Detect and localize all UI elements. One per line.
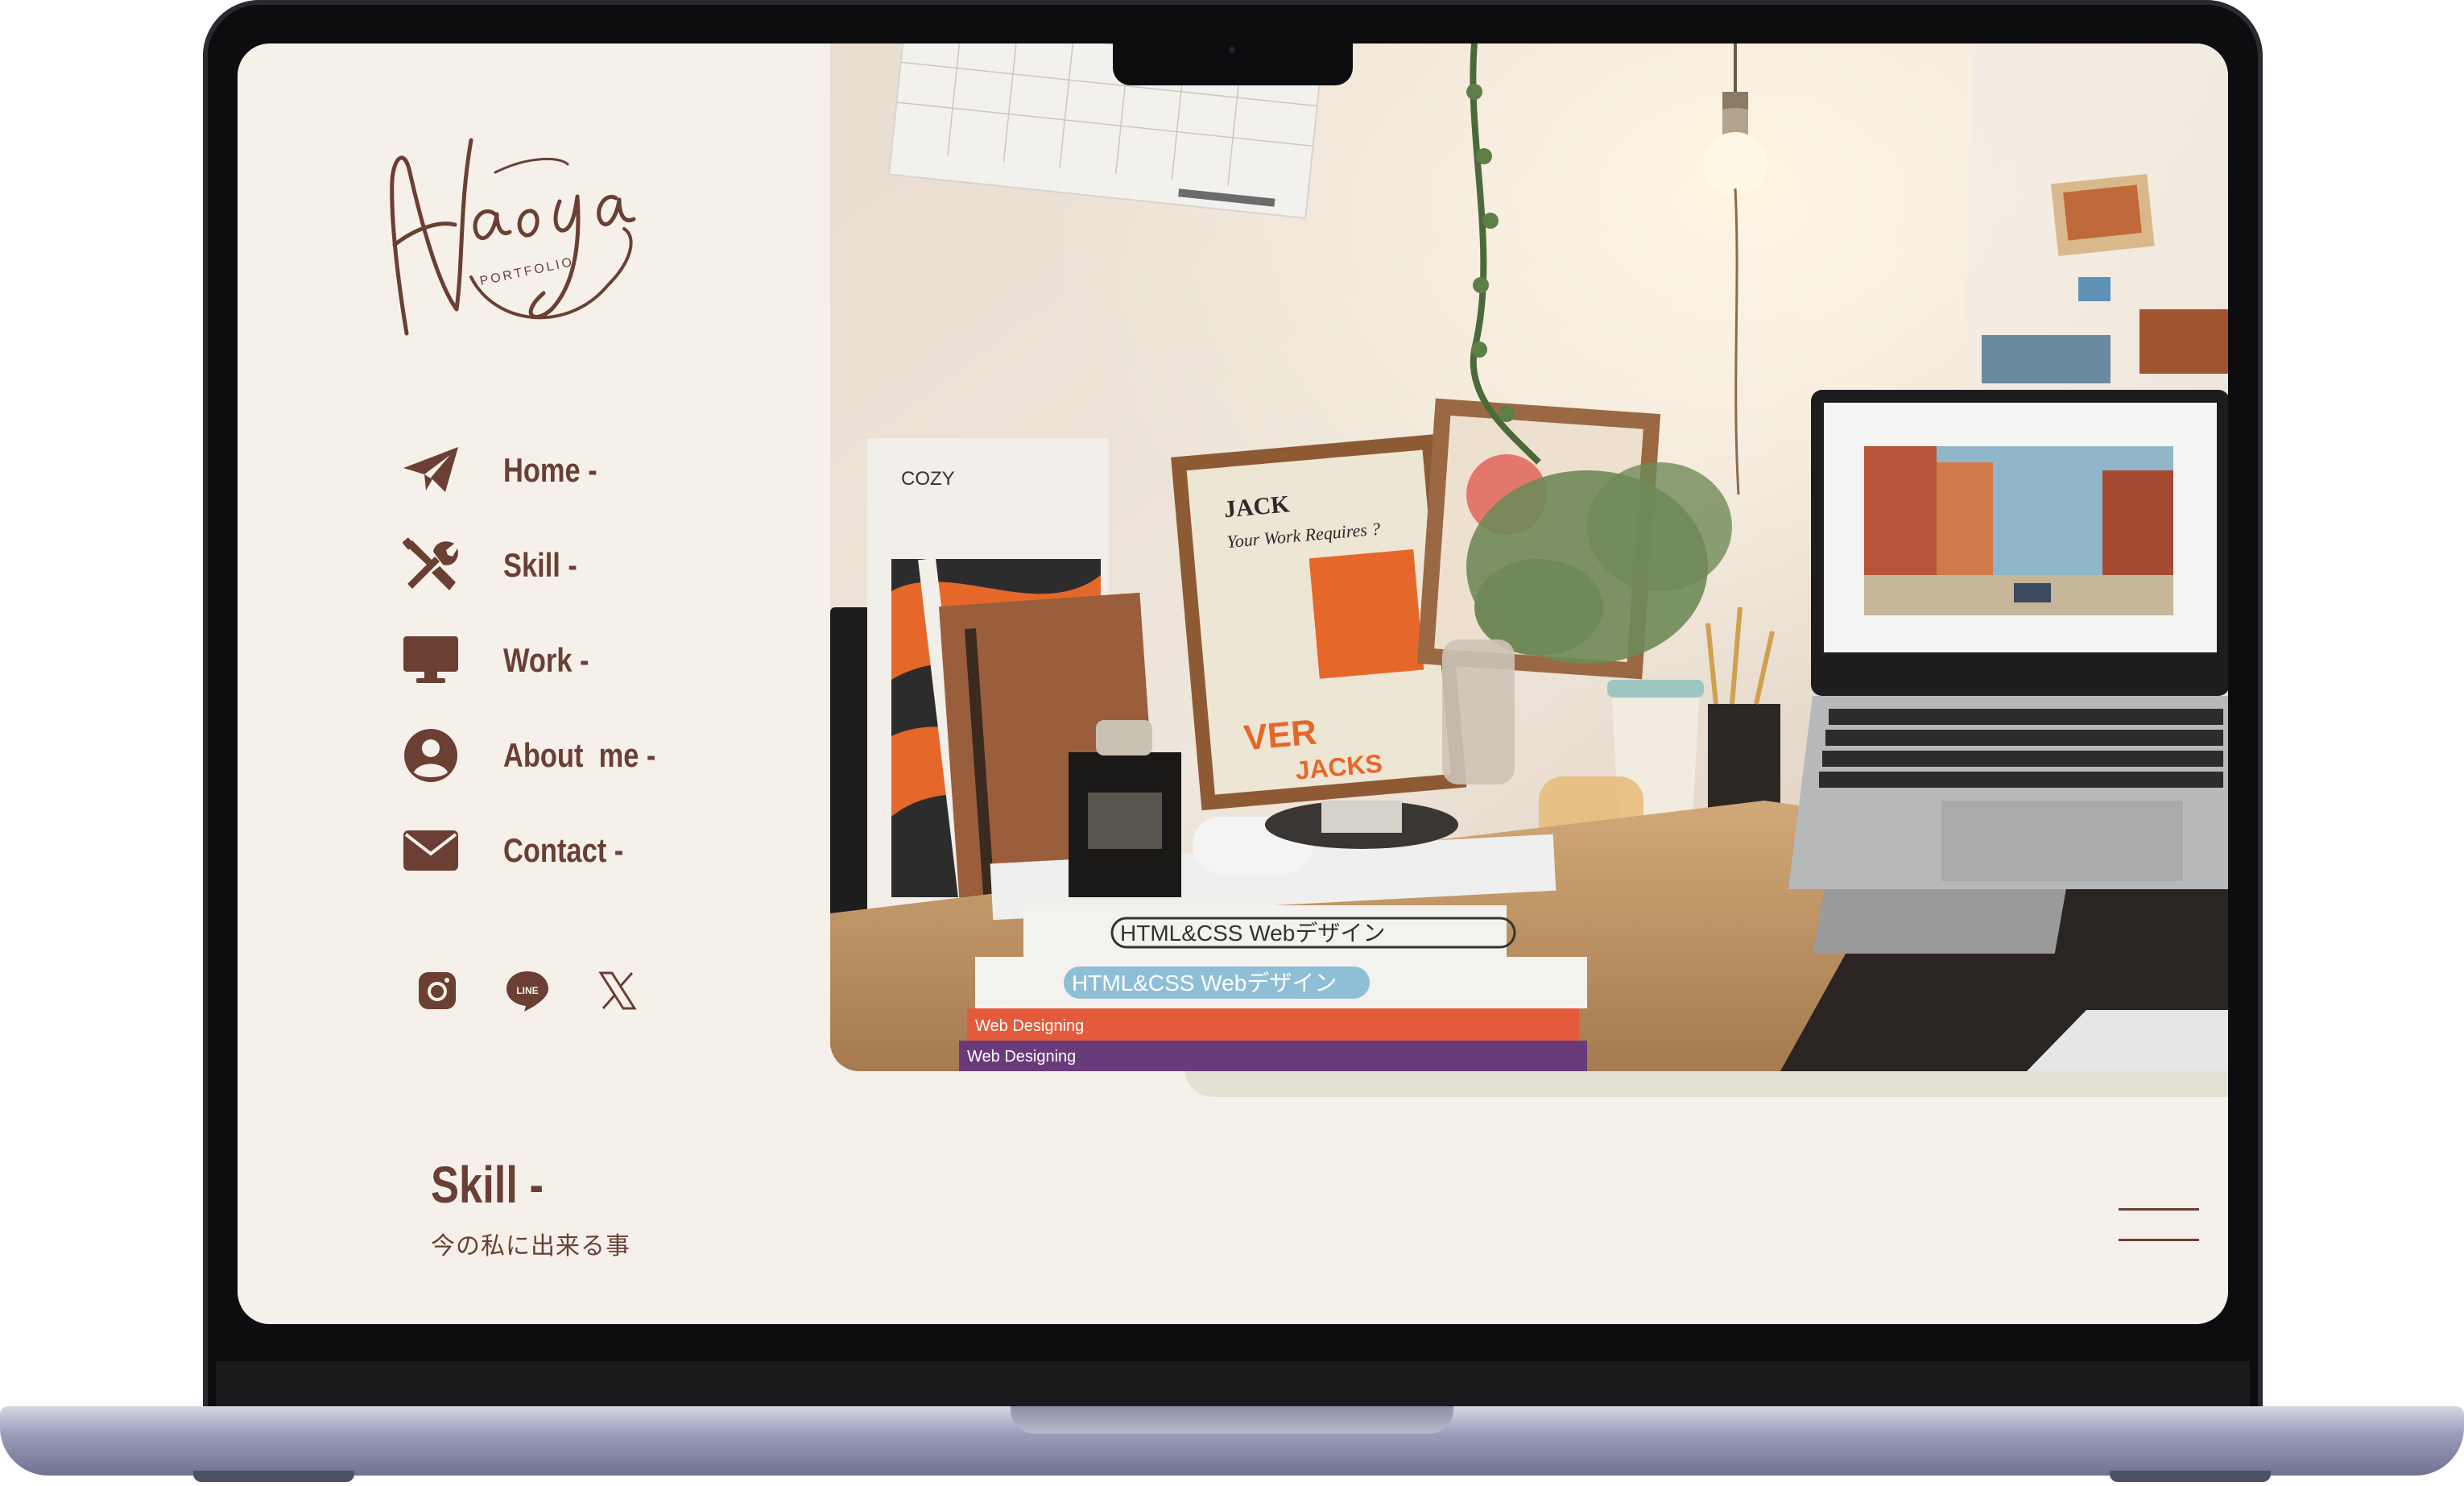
nav-label-skill: Skill - xyxy=(503,546,577,584)
tools-icon xyxy=(399,533,463,598)
svg-text:HTML&CSS Webデザイン: HTML&CSS Webデザイン xyxy=(1072,971,1337,995)
laptop-foot-left xyxy=(193,1471,354,1482)
nav-label-about: About me - xyxy=(503,736,656,774)
instagram-icon xyxy=(419,972,456,1009)
nav-item-home[interactable]: Home - xyxy=(399,430,801,511)
laptop-screen: PORTFOLIO Home - Skill - Work - About me… xyxy=(238,43,2228,1324)
laptop-opening-notch xyxy=(1011,1406,1453,1434)
user-circle-icon xyxy=(399,723,463,788)
naoya-portfolio-logo[interactable]: PORTFOLIO xyxy=(382,124,680,358)
svg-text:Web Designing: Web Designing xyxy=(975,1017,1084,1035)
envelope-icon xyxy=(399,818,463,883)
svg-text:VER: VER xyxy=(1242,712,1318,758)
instagram-link[interactable] xyxy=(415,968,460,1013)
nav-label-work: Work - xyxy=(503,641,589,679)
main-nav: Home - Skill - Work - About me - Contact… xyxy=(399,430,801,905)
laptop-foot-right xyxy=(2110,1471,2271,1482)
section-subtitle: 今の私に出来る事 xyxy=(431,1232,630,1260)
nav-item-contact[interactable]: Contact - xyxy=(399,810,801,891)
menu-line-bottom xyxy=(2119,1239,2199,1241)
nav-label-contact: Contact - xyxy=(503,831,624,869)
camera-notch xyxy=(1113,43,1353,85)
nav-item-skill[interactable]: Skill - xyxy=(399,525,801,606)
nav-label-home: Home - xyxy=(503,451,597,489)
monitor-icon xyxy=(399,628,463,693)
svg-text:HTML&CSS Webデザイン: HTML&CSS Webデザイン xyxy=(1120,921,1385,946)
section-title: Skill - xyxy=(431,1156,544,1214)
nav-item-work[interactable]: Work - xyxy=(399,620,801,701)
desk-workspace-photo: COZY JACK Your Work Requires ? VER JACKS xyxy=(830,43,2228,1071)
line-link[interactable]: LINE xyxy=(505,968,550,1013)
x-link[interactable] xyxy=(595,968,640,1013)
nav-item-about[interactable]: About me - xyxy=(399,715,801,796)
social-links: LINE xyxy=(415,968,640,1013)
laptop-chin xyxy=(216,1361,2250,1409)
hero-photo: COZY JACK Your Work Requires ? VER JACKS xyxy=(830,43,2228,1071)
menu-toggle-button[interactable] xyxy=(2119,1207,2199,1247)
paper-plane-icon xyxy=(399,438,463,503)
menu-line-top xyxy=(2119,1208,2199,1211)
line-icon: LINE xyxy=(506,971,548,1012)
svg-text:COZY: COZY xyxy=(901,468,955,490)
svg-text:Web Designing: Web Designing xyxy=(967,1048,1076,1066)
x-icon xyxy=(598,971,637,1010)
svg-text:PORTFOLIO: PORTFOLIO xyxy=(478,255,575,288)
svg-text:LINE: LINE xyxy=(516,985,538,996)
